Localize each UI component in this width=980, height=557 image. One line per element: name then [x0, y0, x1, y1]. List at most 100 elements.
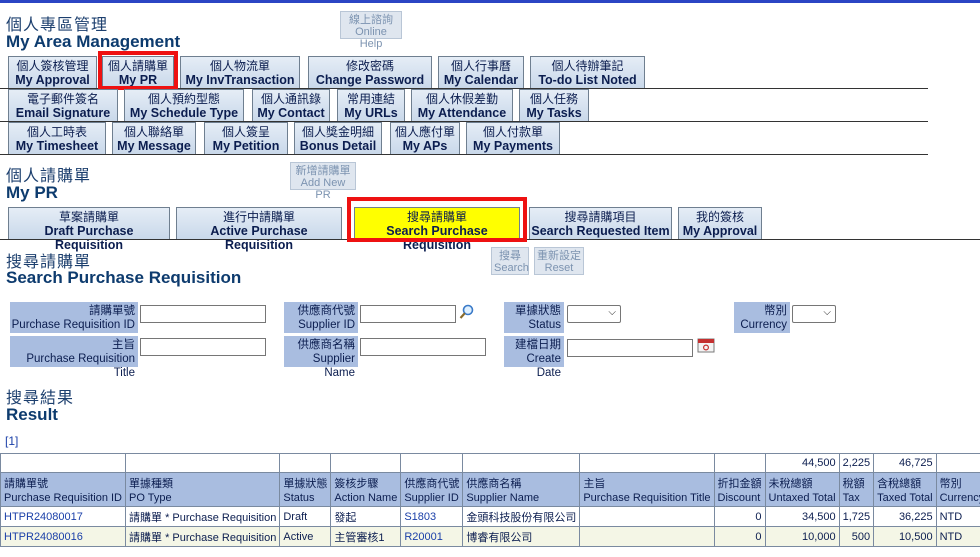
tab-label-cn: 個人聯絡單 — [123, 125, 184, 139]
label-en: Status — [528, 319, 561, 331]
total-tax: 2,225 — [838, 453, 875, 473]
tab-my-schedule-type[interactable]: 個人預約型態 My Schedule Type — [124, 89, 244, 121]
online-help-button[interactable]: 線上諮詢 Online Help — [340, 11, 402, 50]
col-header-status[interactable]: 單據狀態 Status — [279, 472, 332, 507]
tab-label-cn: 個人任務 — [529, 92, 578, 106]
col-en: Purchase Requisition Title — [583, 492, 711, 504]
tab-my-aps[interactable]: 個人應付單 My APs — [390, 122, 460, 154]
label-cn: 供應商名稱 — [297, 339, 356, 351]
tab-label-cn: 個人預約型態 — [147, 92, 220, 106]
tab-search-requested-item[interactable]: 搜尋請購項目 Search Requested Item — [529, 207, 672, 239]
tab-label-cn: 電子郵件簽名 — [26, 92, 99, 106]
col-header-untaxed[interactable]: 未稅總額 Untaxed Total — [764, 472, 840, 507]
col-header-taxed[interactable]: 含稅總額 Taxed Total — [873, 472, 937, 507]
col-header-action[interactable]: 簽核步驟 Action Name — [330, 472, 402, 507]
col-en: Purchase Requisition ID — [4, 492, 123, 504]
reset-button[interactable]: 重新設定 Reset — [534, 247, 584, 275]
tab-my-message[interactable]: 個人聯絡單 My Message — [112, 122, 196, 154]
tab-my-contact[interactable]: 個人通訊錄 My Contact — [252, 89, 330, 121]
tab-label-cn: 個人簽核管理 — [16, 59, 89, 73]
col-header-po-type[interactable]: 單據種類 PO Type — [125, 472, 281, 507]
discount-cell: 0 — [713, 506, 766, 527]
search-button[interactable]: 搜尋 Search — [491, 247, 529, 275]
col-en: Supplier ID — [404, 492, 459, 504]
tab-bonus-detail[interactable]: 個人獎金明細 Bonus Detail — [294, 122, 382, 154]
tab-label-en: My InvTransaction — [185, 73, 295, 87]
calendar-icon[interactable] — [697, 337, 715, 353]
tab-label-cn: 搜尋請購項目 — [564, 210, 637, 224]
label-cn: 主旨 — [112, 339, 135, 351]
tab-draft-pr[interactable]: 草案請購單 Draft Purchase Requisition — [8, 207, 170, 252]
currency-label: 幣別 Currency — [734, 302, 790, 333]
col-en: Discount — [717, 492, 761, 504]
supplier-name-cell: 博睿有限公司 — [462, 526, 581, 547]
label-cn: 請購單號 — [89, 305, 135, 317]
magnifier-icon[interactable] — [459, 304, 475, 320]
untaxed-cell: 10,000 — [764, 526, 840, 547]
tab-my-calendar[interactable]: 個人行事曆 My Calendar — [438, 56, 524, 88]
col-header-currency[interactable]: 幣別 Currency Type — [935, 472, 980, 507]
create-date-input[interactable] — [567, 339, 693, 357]
pager-link[interactable]: [1] — [5, 434, 18, 448]
tab-my-petition[interactable]: 個人簽呈 My Petition — [204, 122, 288, 154]
discount-cell: 0 — [713, 526, 766, 547]
status-select[interactable]: ⌵ — [567, 305, 621, 323]
highlight-box-my-pr — [98, 51, 178, 90]
tab-label-en: My Message — [117, 139, 191, 153]
chevron-down-icon: ⌵ — [823, 307, 831, 318]
pr-id-link[interactable]: HTPR24080017 — [4, 511, 83, 523]
page-title-en: My Area Management — [6, 32, 181, 51]
col-header-supplier-id[interactable]: 供應商代號 Supplier ID — [400, 472, 464, 507]
tab-my-invtransaction[interactable]: 個人物流單 My InvTransaction — [180, 56, 300, 88]
tab-email-signature[interactable]: 電子郵件簽名 Email Signature — [8, 89, 118, 121]
label-en: Supplier Name — [312, 353, 355, 379]
tab-my-approval[interactable]: 個人簽核管理 My Approval — [8, 56, 97, 88]
supplier-id-link[interactable]: S1803 — [404, 511, 436, 523]
title-cell — [579, 506, 715, 527]
tab-todo-list[interactable]: 個人待辦筆記 To-do List Noted — [530, 56, 645, 88]
pr-id-input[interactable] — [140, 305, 266, 323]
result-table: 44,500 2,225 46,725 請購單號 Purchase Requisi… — [0, 453, 980, 547]
label-cn: 供應商代號 — [297, 305, 356, 317]
tab-my-tasks[interactable]: 個人任務 My Tasks — [519, 89, 589, 121]
supplier-id-link[interactable]: R20001 — [404, 531, 443, 543]
col-cn: 供應商名稱 — [466, 478, 522, 490]
col-header-supplier-name[interactable]: 供應商名稱 Supplier Name — [462, 472, 581, 507]
col-en: Supplier Name — [466, 492, 540, 504]
tab-label-en: My Petition — [212, 139, 280, 153]
status-cell: Draft — [279, 506, 332, 527]
action-cell: 主管審核1 — [330, 526, 402, 547]
untaxed-cell: 34,500 — [764, 506, 840, 527]
col-header-tax[interactable]: 稅額 Tax — [838, 472, 875, 507]
tab-label-cn: 個人簽呈 — [221, 125, 270, 139]
col-header-title[interactable]: 主旨 Purchase Requisition Title — [579, 472, 715, 507]
header-row: 請購單號 Purchase Requisition ID 單據種類 PO Type … — [0, 472, 980, 507]
currency-select[interactable]: ⌵ — [792, 305, 836, 323]
tab-my-urls[interactable]: 常用連結 My URLs — [337, 89, 405, 121]
add-new-pr-button[interactable]: 新增請購單 Add New PR — [290, 162, 356, 201]
supplier-id-input[interactable] — [360, 305, 456, 323]
col-header-pr-id[interactable]: 請購單號 Purchase Requisition ID — [0, 472, 127, 507]
tab-my-payments[interactable]: 個人付款單 My Payments — [466, 122, 560, 154]
tab-change-password[interactable]: 修改密碼 Change Password — [308, 56, 432, 88]
pr-id-link[interactable]: HTPR24080016 — [4, 531, 83, 543]
online-help-label-en: Online Help — [355, 26, 387, 50]
supplier-name-input[interactable] — [360, 338, 486, 356]
tab-my-timesheet[interactable]: 個人工時表 My Timesheet — [8, 122, 106, 154]
col-header-discount[interactable]: 折扣金額 Discount — [713, 472, 766, 507]
tab-label-en: Search Requested Item — [531, 224, 670, 238]
create-date-label: 建檔日期 Create Date — [504, 336, 564, 379]
col-cn: 幣別 — [939, 478, 962, 490]
tab-active-pr[interactable]: 進行中請購單 Active Purchase Requisition — [176, 207, 342, 252]
col-cn: 簽核步驟 — [334, 478, 379, 490]
col-cn: 單據種類 — [129, 478, 174, 490]
label-cn: 幣別 — [764, 305, 787, 317]
table-row: HTPR24080016 請購單 * Purchase Requisition … — [0, 526, 980, 547]
tab-label-en: My Schedule Type — [129, 106, 239, 120]
tab-label-cn: 個人應付單 — [394, 125, 455, 139]
tab-my-attendance[interactable]: 個人休假差勤 My Attendance — [411, 89, 513, 121]
taxed-cell: 36,225 — [873, 506, 937, 527]
col-cn: 含稅總額 — [877, 478, 922, 490]
tab-my-approval-pr[interactable]: 我的簽核 My Approval — [678, 207, 762, 239]
pr-title-input[interactable] — [140, 338, 266, 356]
